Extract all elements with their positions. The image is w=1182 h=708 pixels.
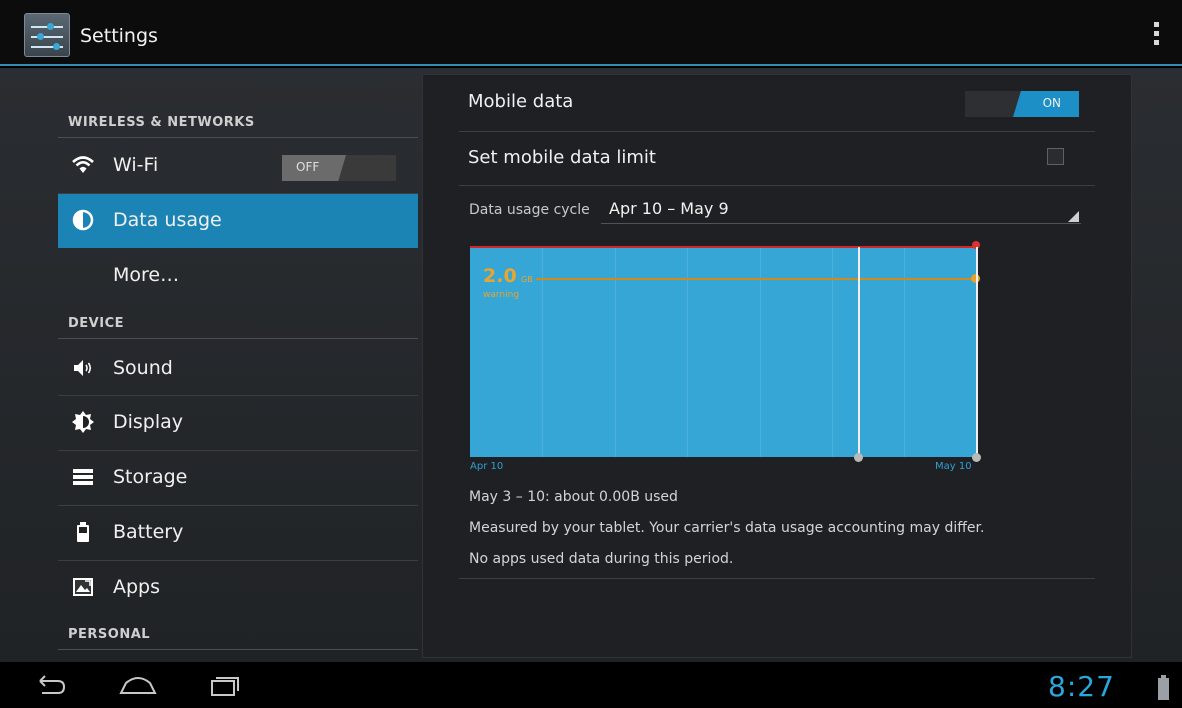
section-header-personal: PERSONAL <box>68 627 151 642</box>
sidebar-item-label: Wi-Fi <box>113 154 159 176</box>
warning-value: 2.0 <box>483 265 517 287</box>
cycle-spinner-value[interactable]: Apr 10 – May 9 <box>609 199 729 218</box>
sidebar-item-label: Storage <box>113 466 188 488</box>
no-apps-note: No apps used data during this period. <box>469 551 734 567</box>
cycle-label: Data usage cycle <box>469 202 590 218</box>
sidebar-item-label: Battery <box>113 521 184 543</box>
section-header-device: DEVICE <box>68 316 124 331</box>
recent-apps-icon[interactable] <box>206 671 246 699</box>
divider <box>58 338 418 339</box>
toggle-state: ON <box>1042 96 1061 110</box>
chart-start-label: Apr 10 <box>470 461 504 472</box>
mobile-data-label: Mobile data <box>468 91 574 112</box>
status-clock: 8:27 <box>1048 670 1115 703</box>
back-icon[interactable] <box>30 671 70 699</box>
sidebar-item-label: Data usage <box>113 209 222 231</box>
action-bar: Settings <box>0 0 1182 66</box>
data-limit-checkbox[interactable] <box>1047 148 1064 165</box>
sidebar-item-label: Sound <box>113 357 173 379</box>
cycle-spinner-underline <box>601 223 1081 224</box>
sweep-end-knob[interactable] <box>972 453 981 462</box>
divider <box>459 131 1095 132</box>
home-icon[interactable] <box>118 671 158 699</box>
warning-caption: warning <box>483 290 520 300</box>
warning-line[interactable] <box>536 278 976 280</box>
divider <box>459 185 1095 186</box>
sidebar-item-wifi[interactable]: Wi-Fi OFF <box>58 139 418 193</box>
speaker-icon <box>74 360 92 376</box>
toggle-state: OFF <box>296 160 320 174</box>
battery-icon <box>77 522 89 542</box>
spinner-arrow-icon[interactable] <box>1068 211 1079 222</box>
sweep-start-handle[interactable] <box>858 247 860 459</box>
apps-icon <box>73 578 93 596</box>
measured-note: Measured by your tablet. Your carrier's … <box>469 520 985 536</box>
display-brightness-icon <box>72 411 94 433</box>
content-area: WIRELESS & NETWORKS Wi-Fi OFF Data usage <box>0 68 1182 662</box>
warning-unit: GB <box>521 275 533 284</box>
settings-icon[interactable] <box>24 13 70 57</box>
divider <box>58 137 418 138</box>
sidebar-item-label: Display <box>113 411 184 433</box>
settings-list: WIRELESS & NETWORKS Wi-Fi OFF Data usage <box>58 68 418 662</box>
sweep-start-knob[interactable] <box>854 453 863 462</box>
sidebar-item-apps[interactable]: Apps <box>58 561 418 615</box>
section-header-wireless: WIRELESS & NETWORKS <box>68 115 255 130</box>
storage-icon <box>73 469 93 485</box>
system-navigation-bar: 8:27 <box>0 662 1182 708</box>
sidebar-item-data-usage[interactable]: Data usage <box>58 194 418 248</box>
limit-line[interactable] <box>470 246 977 248</box>
sidebar-item-label: Apps <box>113 576 161 598</box>
mobile-data-toggle[interactable]: ON <box>965 91 1079 117</box>
chart-end-label: May 10 <box>935 461 972 472</box>
data-usage-panel: Mobile data ON Set mobile data limit Dat… <box>422 74 1132 658</box>
usage-summary: May 3 – 10: about 0.00B used <box>469 489 678 505</box>
divider <box>58 649 418 650</box>
sidebar-item-storage[interactable]: Storage <box>58 451 418 505</box>
sidebar-item-display[interactable]: Display <box>58 396 418 450</box>
battery-status-icon <box>1158 675 1169 700</box>
sidebar-item-sound[interactable]: Sound <box>58 342 418 396</box>
wifi-toggle[interactable]: OFF <box>282 155 396 181</box>
overflow-menu-icon[interactable] <box>1152 22 1160 48</box>
data-limit-label[interactable]: Set mobile data limit <box>468 147 656 168</box>
app-title: Settings <box>80 25 158 47</box>
sidebar-item-label: More… <box>113 264 180 286</box>
sidebar-item-battery[interactable]: Battery <box>58 506 418 560</box>
data-usage-icon <box>72 209 94 231</box>
sweep-end-handle[interactable] <box>976 247 978 459</box>
sidebar-item-more[interactable]: More… <box>58 249 418 303</box>
divider <box>459 578 1095 579</box>
wifi-icon <box>72 156 94 173</box>
